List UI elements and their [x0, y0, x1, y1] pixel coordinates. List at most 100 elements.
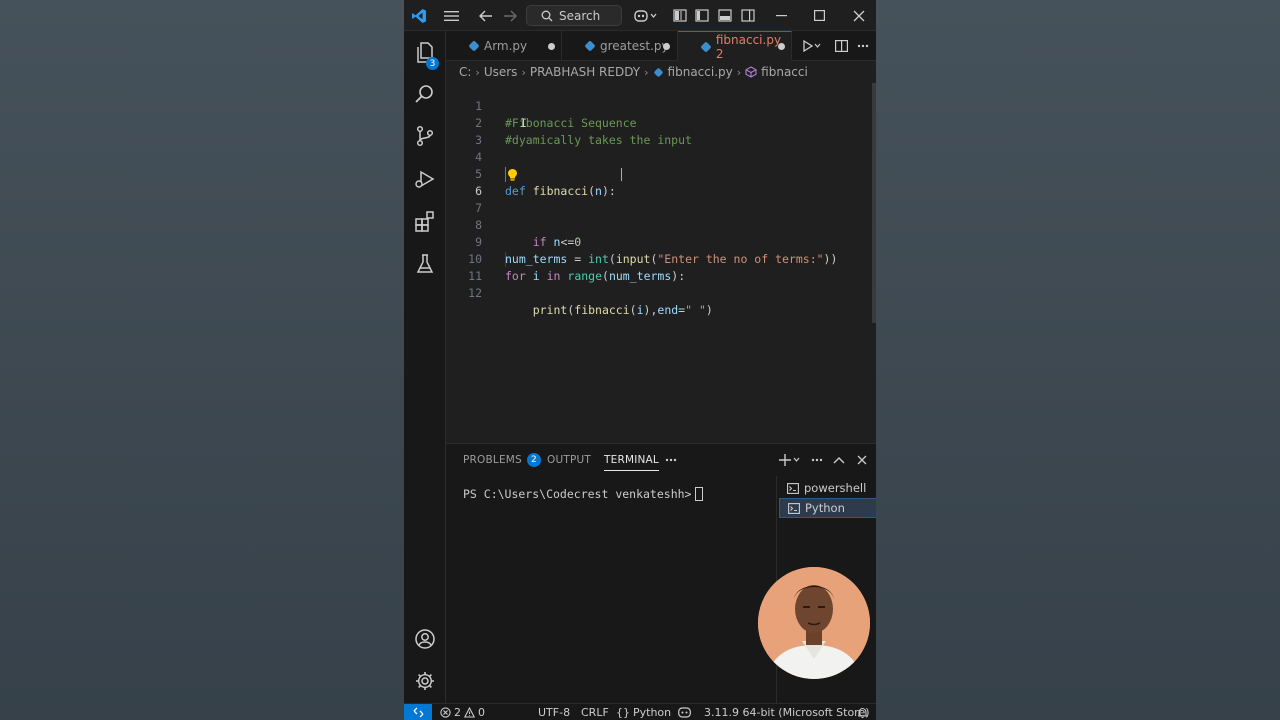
- breadcrumb-item-drive[interactable]: C:: [459, 65, 471, 79]
- python-file-icon: [584, 40, 596, 52]
- unsaved-dot-icon: [548, 42, 555, 50]
- lightbulb-icon[interactable]: [505, 167, 519, 182]
- close-panel-icon[interactable]: [853, 444, 871, 476]
- explorer-badge: 3: [426, 57, 439, 70]
- terminal-item-python[interactable]: Python: [779, 498, 876, 518]
- indent-guide: [505, 252, 506, 267]
- function-symbol-icon: [745, 66, 757, 78]
- notifications-bell-icon[interactable]: [857, 704, 868, 720]
- terminal-item-powershell[interactable]: powershell: [779, 478, 876, 498]
- webcam-overlay: [758, 567, 870, 679]
- video-background-left: [0, 0, 404, 720]
- editor-tabs: Arm.py greatest.py fibnacci.py 2: [446, 31, 876, 61]
- code-line: 1 #Fibonacci Sequence: [446, 81, 870, 130]
- toggle-sidebar-icon[interactable]: [692, 0, 712, 31]
- breadcrumb-item-folder[interactable]: PRABHASH REDDY: [530, 65, 640, 79]
- terminal-cursor: [695, 487, 704, 501]
- editor-scrollbar[interactable]: [872, 83, 876, 323]
- code-editor[interactable]: 1 #Fibonacci Sequence 2 #dyamically take…: [446, 83, 876, 443]
- language-label: Python: [633, 706, 672, 719]
- breadcrumb-item-users[interactable]: Users: [484, 65, 518, 79]
- code-text: print(fibnacci(i),end=" "): [532, 303, 713, 317]
- close-window-icon[interactable]: [848, 0, 870, 31]
- terminal-output[interactable]: PS C:\Users\Codecrest venkateshh>: [463, 487, 704, 501]
- minimize-icon[interactable]: [770, 0, 792, 31]
- tab-label: greatest.py: [600, 39, 669, 53]
- title-bar: Search: [404, 0, 876, 31]
- language-status[interactable]: {} Python: [616, 704, 671, 720]
- command-center-search[interactable]: Search: [526, 5, 622, 26]
- braces-icon: {}: [616, 706, 630, 719]
- text-caret: [621, 168, 622, 181]
- error-count: 2: [454, 706, 461, 719]
- extensions-icon[interactable]: [404, 201, 446, 241]
- tab-label: Arm.py: [484, 39, 528, 53]
- video-background-right: [876, 0, 1280, 720]
- terminal-name: Python: [805, 501, 845, 515]
- terminal-name: powershell: [804, 481, 867, 495]
- activity-bar: 3: [404, 31, 446, 703]
- code-line: 11 print(fibnacci(i),end=" "): [446, 251, 870, 317]
- toggle-secondary-sidebar-icon[interactable]: [738, 0, 758, 31]
- panel-more-icon[interactable]: [662, 444, 680, 476]
- code-line: 10 for i in range(num_terms):: [446, 234, 870, 283]
- tab-problems[interactable]: PROBLEMS 2: [463, 444, 541, 476]
- vscode-window: Search 3 Arm.py greatest.py fibnacci.py …: [404, 0, 876, 720]
- tab-terminal-label: TERMINAL: [604, 454, 659, 466]
- tab-output[interactable]: OUTPUT: [547, 444, 591, 476]
- tab-problems-label: PROBLEMS: [463, 454, 522, 466]
- code-line: 2 #dyamically takes the input: [446, 98, 870, 147]
- problems-count-badge: 2: [526, 453, 541, 467]
- tab-terminal[interactable]: TERMINAL: [604, 444, 659, 476]
- source-control-icon[interactable]: [404, 116, 446, 156]
- maximize-panel-icon[interactable]: [830, 444, 848, 476]
- copilot-icon[interactable]: [630, 0, 662, 31]
- remote-indicator-icon[interactable]: [404, 704, 432, 720]
- code-line: 4: [446, 132, 870, 164]
- terminal-icon: [787, 482, 799, 494]
- code-line: 5 def fibnacci(n):: [446, 149, 870, 198]
- search-sidebar-icon[interactable]: [404, 74, 446, 114]
- run-python-file-icon[interactable]: [798, 31, 826, 61]
- warning-count: 0: [478, 706, 485, 719]
- code-line: 7: [446, 183, 870, 215]
- terminal-more-icon[interactable]: [808, 444, 826, 476]
- tab-output-label: OUTPUT: [547, 454, 591, 466]
- problems-status[interactable]: 2 0: [440, 704, 485, 720]
- more-actions-icon[interactable]: [852, 31, 874, 61]
- split-editor-icon[interactable]: [830, 31, 852, 61]
- run-and-debug-icon[interactable]: [404, 159, 446, 199]
- breadcrumb-item-file[interactable]: fibnacci.py: [668, 65, 733, 79]
- maximize-icon[interactable]: [808, 0, 830, 31]
- toggle-panel-icon[interactable]: [715, 0, 735, 31]
- code-line: 3 I: [446, 115, 870, 147]
- testing-icon[interactable]: [404, 244, 446, 284]
- chevron-right-icon: ›: [736, 65, 742, 79]
- status-bar: 2 0 UTF-8 CRLF {} Python 3.11.9 64-bit (…: [404, 703, 876, 720]
- terminal-prompt: PS C:\Users\Codecrest venkateshh>: [463, 487, 692, 501]
- menu-icon[interactable]: [440, 0, 462, 31]
- search-label: Search: [559, 8, 601, 23]
- breadcrumb-item-symbol[interactable]: fibnacci: [761, 65, 808, 79]
- tab-arm-py[interactable]: Arm.py: [446, 31, 562, 61]
- explorer-icon[interactable]: 3: [404, 33, 446, 73]
- unsaved-dot-icon: [778, 43, 785, 50]
- chevron-right-icon: ›: [521, 65, 526, 79]
- search-icon: [541, 10, 553, 21]
- interpreter-status[interactable]: 3.11.9 64-bit (Microsoft Store): [704, 704, 870, 720]
- forward-arrow-icon[interactable]: [500, 0, 520, 31]
- eol-status[interactable]: CRLF: [581, 704, 609, 720]
- code-line: 8: [446, 200, 870, 232]
- back-arrow-icon[interactable]: [476, 0, 496, 31]
- chevron-right-icon: ›: [475, 65, 480, 79]
- copilot-status-icon[interactable]: [678, 704, 691, 720]
- code-line-current: 6 if n<=0: [446, 166, 870, 249]
- settings-gear-icon[interactable]: [404, 661, 446, 701]
- tab-greatest-py[interactable]: greatest.py: [562, 31, 678, 61]
- tab-fibnacci-py[interactable]: fibnacci.py 2: [678, 31, 792, 61]
- toggle-primary-sidebar-icon[interactable]: [670, 0, 690, 31]
- account-icon[interactable]: [404, 619, 446, 659]
- chevron-right-icon: ›: [644, 65, 649, 79]
- encoding-status[interactable]: UTF-8: [538, 704, 570, 720]
- new-terminal-icon[interactable]: [776, 444, 804, 476]
